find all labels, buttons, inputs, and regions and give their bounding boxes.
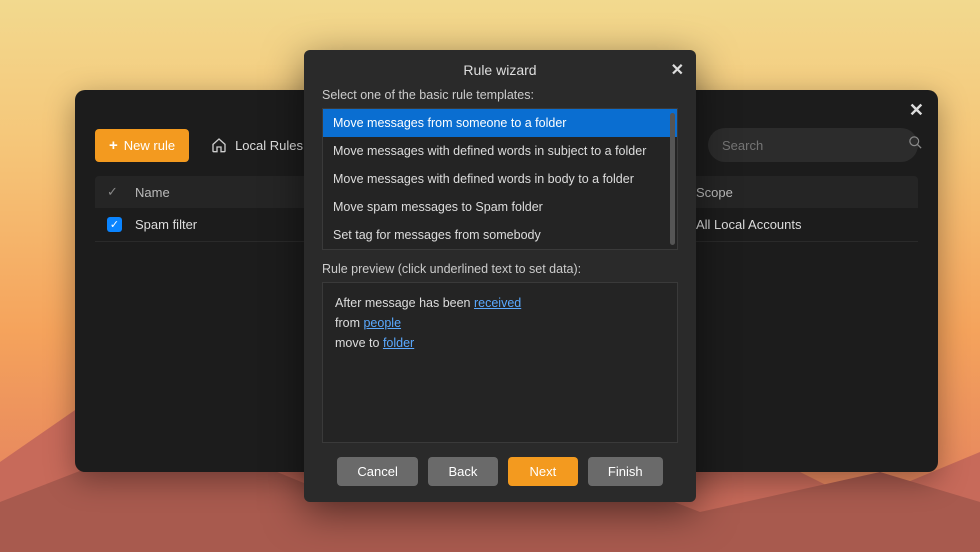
cancel-button[interactable]: Cancel xyxy=(337,457,417,486)
template-list: Move messages from someone to a folder M… xyxy=(322,108,678,250)
plus-icon: + xyxy=(109,137,118,154)
next-button[interactable]: Next xyxy=(508,457,578,486)
template-item[interactable]: Move messages with defined words in body… xyxy=(323,165,677,193)
dialog-title: Rule wizard ✕ xyxy=(304,50,696,88)
close-icon[interactable]: ✕ xyxy=(671,60,684,80)
new-rule-button[interactable]: + New rule xyxy=(95,129,189,162)
finish-button[interactable]: Finish xyxy=(588,457,663,486)
template-item[interactable]: Move messages from someone to a folder xyxy=(323,109,677,137)
home-icon xyxy=(211,137,227,153)
preview-section-label: Rule preview (click underlined text to s… xyxy=(322,262,678,276)
local-rules-label: Local Rules xyxy=(235,138,303,153)
preview-link-received[interactable]: received xyxy=(474,296,521,310)
template-item[interactable]: Move messages with defined words in subj… xyxy=(323,137,677,165)
preview-link-folder[interactable]: folder xyxy=(383,336,414,350)
template-item[interactable]: Set tag for messages from somebody xyxy=(323,221,677,249)
scrollbar[interactable] xyxy=(670,113,675,245)
check-column-icon: ✓ xyxy=(107,184,118,200)
template-section-label: Select one of the basic rule templates: xyxy=(322,88,678,102)
back-button[interactable]: Back xyxy=(428,457,498,486)
search-input[interactable] xyxy=(722,138,898,153)
dialog-footer: Cancel Back Next Finish xyxy=(304,443,696,502)
template-item[interactable]: Move spam messages to Spam folder xyxy=(323,193,677,221)
new-rule-label: New rule xyxy=(124,138,175,153)
rule-preview: After message has been received from peo… xyxy=(322,282,678,443)
close-icon[interactable]: ✕ xyxy=(909,100,924,121)
preview-link-people[interactable]: people xyxy=(363,316,401,330)
column-scope[interactable]: Scope xyxy=(696,185,906,200)
search-icon xyxy=(908,135,923,155)
rule-enabled-checkbox[interactable]: ✓ xyxy=(107,217,122,232)
search-box[interactable] xyxy=(708,128,918,162)
rule-scope: All Local Accounts xyxy=(696,217,906,232)
rule-wizard-dialog: Rule wizard ✕ Select one of the basic ru… xyxy=(304,50,696,502)
